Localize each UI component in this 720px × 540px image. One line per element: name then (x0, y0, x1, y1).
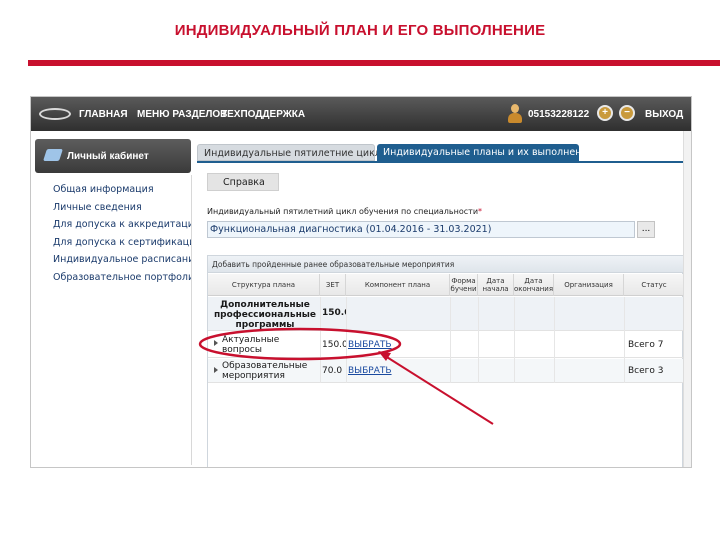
row-zet: 150.0 (322, 308, 346, 318)
sidebar-menu: Общая информация Личные сведения Для доп… (53, 181, 191, 286)
logout-link[interactable]: ВЫХОД (645, 109, 683, 120)
row-structure: Образовательные мероприятия (222, 361, 308, 381)
expand-caret-icon[interactable] (214, 340, 218, 346)
sidebar-item-accreditation[interactable]: Для допуска к аккредитации (53, 216, 191, 234)
user-id-label: 05153228122 (528, 109, 590, 120)
title-underline-bar (28, 60, 720, 66)
col-end-date[interactable]: Дата окончания (514, 274, 554, 296)
tab-underline (197, 161, 683, 163)
zoom-in-icon[interactable]: + (597, 105, 613, 121)
tab-five-year-cycles[interactable]: Индивидуальные пятилетние циклы (197, 144, 388, 161)
top-navigation-bar: ГЛАВНАЯ МЕНЮ РАЗДЕЛОВ ТЕХПОДДЕРЖКА 05153… (31, 97, 691, 131)
sidebar-header-label: Личный кабинет (67, 151, 149, 162)
select-link[interactable]: ВЫБРАТЬ (348, 340, 392, 350)
tab-individual-plans[interactable]: Индивидуальные планы и их выполнение (377, 144, 593, 161)
row-structure: Актуальные вопросы специальности (222, 335, 294, 357)
col-component[interactable]: Компонент плана (346, 274, 450, 296)
sidebar-item-schedule[interactable]: Индивидуальное расписание (53, 251, 191, 269)
col-zet[interactable]: ЗЕТ (320, 274, 346, 296)
sidebar-item-certification[interactable]: Для допуска к сертификации (53, 234, 191, 252)
nav-home-link[interactable]: ГЛАВНАЯ (79, 109, 128, 120)
row-status: Всего 3 (628, 366, 664, 376)
nav-support-link[interactable]: ТЕХПОДДЕРЖКА (221, 109, 305, 120)
cycle-browse-button[interactable]: ... (637, 221, 655, 238)
cycle-field-label: Индивидуальный пятилетний цикл обучения … (207, 207, 483, 216)
expand-caret-icon[interactable] (214, 367, 218, 373)
sidebar-item-portfolio[interactable]: Образовательное портфолио (53, 269, 191, 287)
sidebar-header[interactable]: Личный кабинет (35, 139, 191, 173)
add-past-activities-link[interactable]: Добавить пройденные ранее образовательны… (208, 256, 684, 273)
vertical-scrollbar[interactable] (683, 131, 691, 467)
table-row[interactable]: Образовательные мероприятия 70.0 ВЫБРАТЬ… (208, 359, 684, 383)
plan-panel: Добавить пройденные ранее образовательны… (207, 255, 684, 467)
col-start-date[interactable]: Дата начала (478, 274, 514, 296)
zoom-out-icon[interactable]: − (619, 105, 635, 121)
sidebar-divider (191, 175, 192, 465)
portal-logo-icon[interactable] (39, 108, 71, 120)
select-link[interactable]: ВЫБРАТЬ (348, 366, 392, 376)
sidebar-item-general-info[interactable]: Общая информация (53, 181, 191, 199)
row-status: Всего 7 (628, 340, 664, 350)
presentation-slide: ИНДИВИДУАЛЬНЫЙ ПЛАН И ЕГО ВЫПОЛНЕНИЕ ГЛА… (0, 0, 720, 540)
row-zet: 70.0 (322, 366, 343, 376)
table-row[interactable]: Актуальные вопросы специальности 150.0 В… (208, 332, 684, 358)
portal-screenshot: ГЛАВНАЯ МЕНЮ РАЗДЕЛОВ ТЕХПОДДЕРЖКА 05153… (30, 96, 692, 468)
nav-sections-link[interactable]: МЕНЮ РАЗДЕЛОВ (137, 109, 227, 120)
plan-table-header: Структура плана ЗЕТ Компонент плана Форм… (208, 274, 684, 296)
user-avatar-icon (507, 104, 523, 124)
sidebar-item-personal-data[interactable]: Личные сведения (53, 199, 191, 217)
col-organization[interactable]: Организация (554, 274, 624, 296)
required-mark: * (478, 207, 483, 216)
slide-title: ИНДИВИДУАЛЬНЫЙ ПЛАН И ЕГО ВЫПОЛНЕНИЕ (174, 22, 546, 39)
cycle-select-field[interactable]: Функциональная диагностика (01.04.2016 -… (207, 221, 635, 238)
help-button[interactable]: Справка (207, 173, 279, 191)
col-structure[interactable]: Структура плана (208, 274, 320, 296)
col-form[interactable]: Форма обучения (450, 274, 478, 296)
table-row[interactable]: Дополнительные профессиональные программ… (208, 297, 684, 331)
cabinet-icon (43, 149, 63, 161)
row-zet: 150.0 (322, 340, 346, 350)
row-structure: Дополнительные профессиональные программ… (213, 300, 317, 330)
col-status[interactable]: Статус (624, 274, 684, 296)
